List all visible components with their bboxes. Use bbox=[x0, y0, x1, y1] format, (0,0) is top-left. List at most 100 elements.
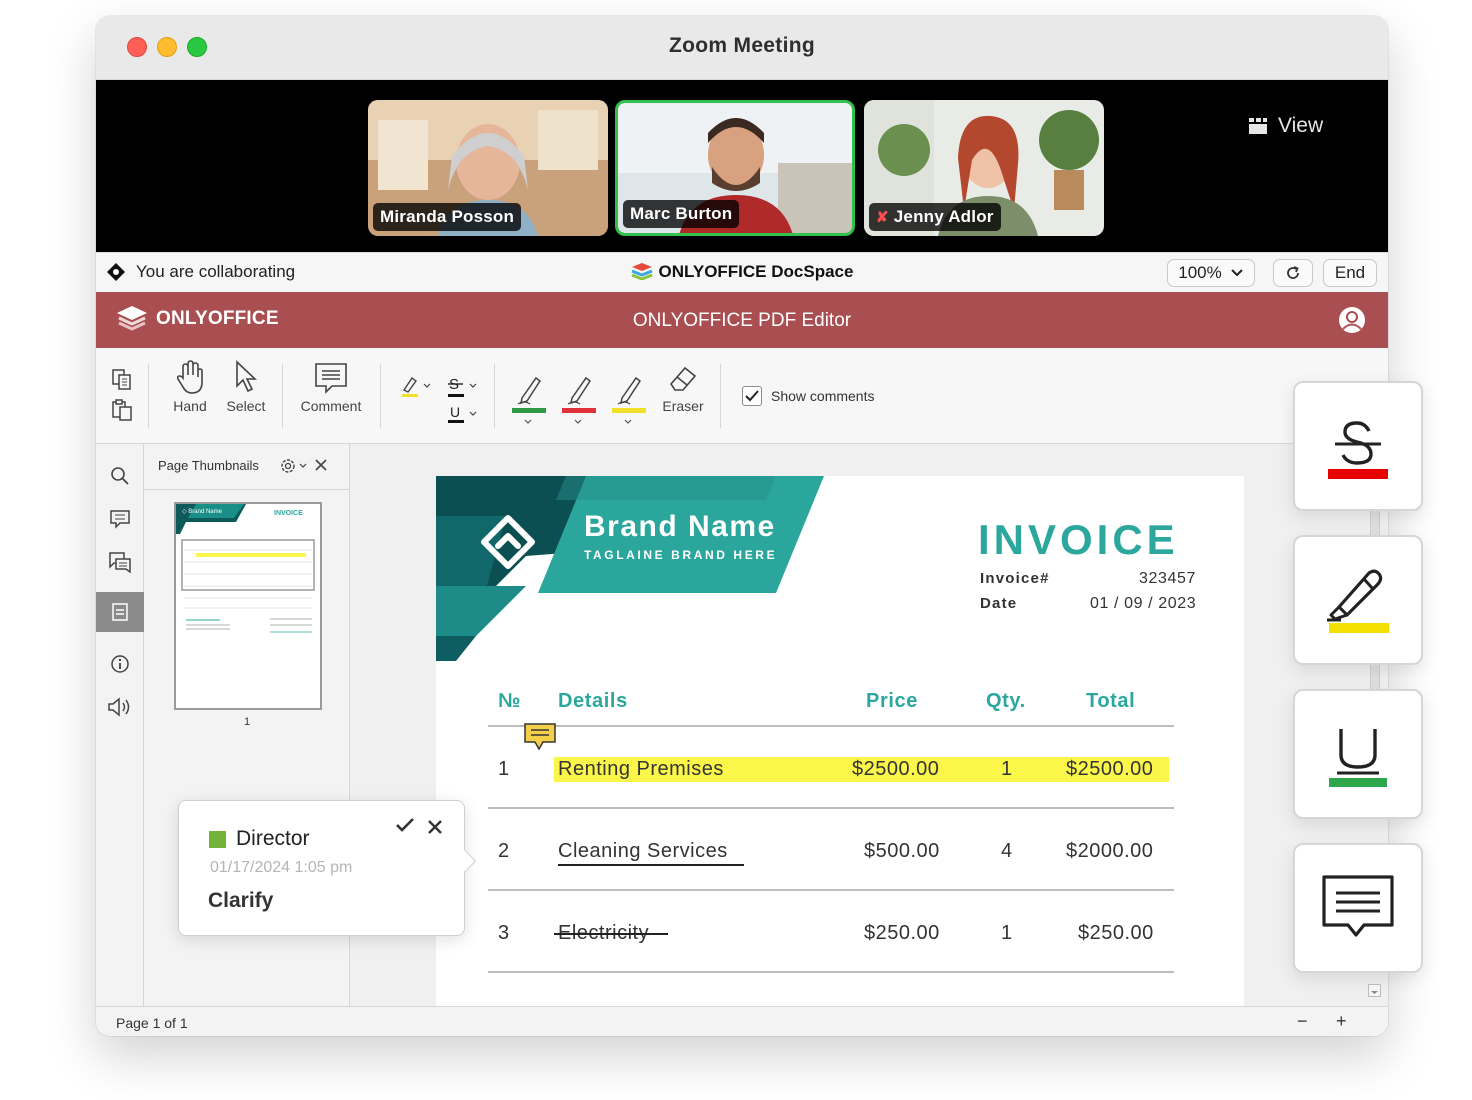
invoice-number: 323457 bbox=[1139, 570, 1196, 587]
view-label: View bbox=[1278, 114, 1324, 137]
comment-tool-button[interactable]: Comment bbox=[296, 348, 366, 444]
left-sidebar bbox=[96, 444, 144, 1006]
document-area: Brand Name TAGLAINE BRAND HERE INVOICE I… bbox=[350, 444, 1388, 1016]
comment-icon bbox=[1322, 875, 1394, 937]
comment-text: Clarify bbox=[208, 889, 274, 912]
row-2-details: Cleaning Services bbox=[558, 840, 728, 862]
editor-toolbar: Hand Select Comment S U Eraser Show comm… bbox=[96, 348, 1388, 444]
underline-card[interactable] bbox=[1293, 689, 1423, 819]
table-divider bbox=[488, 971, 1174, 973]
speaker-icon bbox=[108, 697, 130, 717]
paste-icon bbox=[112, 399, 132, 421]
close-icon bbox=[315, 459, 327, 471]
comments-panel-button[interactable] bbox=[96, 499, 144, 539]
invoice-date-label: Date bbox=[980, 595, 1018, 612]
eraser-label: Eraser bbox=[662, 398, 704, 414]
row-2-price: $500.00 bbox=[864, 840, 940, 862]
end-button[interactable]: End bbox=[1323, 259, 1377, 287]
table-divider bbox=[488, 725, 1174, 727]
comment-card[interactable] bbox=[1293, 843, 1423, 973]
participant-tile-jenny[interactable]: ✘ Jenny Adlor bbox=[864, 100, 1104, 236]
comment-marker[interactable] bbox=[523, 722, 557, 757]
resolve-comment-button[interactable] bbox=[395, 817, 415, 838]
thumbnails-button[interactable] bbox=[96, 592, 144, 632]
close-comment-button[interactable] bbox=[427, 819, 443, 840]
page-info: Page 1 of 1 bbox=[116, 1015, 188, 1031]
highlight-button[interactable] bbox=[400, 374, 434, 403]
info-button[interactable] bbox=[96, 644, 144, 684]
select-tool-button[interactable]: Select bbox=[222, 348, 270, 444]
comment-date: 01/17/2024 1:05 pm bbox=[210, 859, 353, 876]
close-thumbnails-button[interactable] bbox=[314, 458, 328, 477]
hand-icon bbox=[176, 360, 203, 394]
pen-icon bbox=[612, 376, 646, 424]
check-icon bbox=[745, 390, 759, 402]
eraser-button[interactable]: Eraser bbox=[656, 348, 710, 444]
paste-button[interactable] bbox=[110, 398, 134, 427]
title-bar: Zoom Meeting bbox=[96, 16, 1388, 80]
chevron-down-icon bbox=[1231, 269, 1243, 277]
pen-icon bbox=[562, 376, 596, 424]
highlight-pen-icon bbox=[1327, 569, 1389, 633]
page-thumbnail[interactable]: ◇ Brand Name INVOICE bbox=[174, 502, 322, 710]
thumbnail-settings-button[interactable] bbox=[280, 457, 310, 480]
toolbar-separator bbox=[282, 364, 283, 428]
row-1-qty: 1 bbox=[1001, 758, 1013, 780]
author-color-square bbox=[209, 830, 226, 848]
view-button[interactable]: View bbox=[1248, 114, 1323, 138]
window-title: Zoom Meeting bbox=[669, 34, 815, 57]
scroll-down-button[interactable] bbox=[1368, 984, 1381, 997]
copy-button[interactable] bbox=[110, 368, 134, 397]
participant-tile-miranda[interactable]: Miranda Posson bbox=[368, 100, 608, 236]
column-header-total: Total bbox=[1086, 690, 1136, 712]
zoom-out-button[interactable]: − bbox=[1297, 1011, 1308, 1032]
chat-button[interactable] bbox=[96, 542, 144, 582]
zoom-select[interactable]: 100% bbox=[1167, 259, 1255, 287]
search-icon bbox=[111, 467, 129, 485]
toolbar-separator bbox=[720, 364, 721, 428]
thumbnail-page-number: 1 bbox=[243, 716, 251, 728]
pen-yellow-button[interactable] bbox=[610, 370, 650, 435]
comment-label: Comment bbox=[300, 398, 362, 414]
strikeout-button[interactable]: S bbox=[446, 374, 480, 403]
underline-annotation[interactable] bbox=[558, 864, 744, 866]
svg-text:◇ Brand Name: ◇ Brand Name bbox=[182, 509, 223, 515]
cursor-icon bbox=[236, 360, 258, 393]
copy-icon bbox=[112, 369, 131, 390]
editor-header: ONLYOFFICE ONLYOFFICE PDF Editor bbox=[96, 292, 1388, 348]
participant-tile-marc[interactable]: Marc Burton bbox=[615, 100, 855, 236]
row-3-qty: 1 bbox=[1001, 922, 1013, 944]
highlighter-icon bbox=[402, 376, 431, 397]
select-label: Select bbox=[226, 398, 266, 414]
video-strip: Miranda Posson Marc Burton ✘ Jenny Adlor… bbox=[96, 80, 1388, 252]
read-aloud-button[interactable] bbox=[96, 687, 144, 727]
check-icon bbox=[396, 818, 414, 832]
table-divider bbox=[488, 807, 1174, 809]
strikeout-card[interactable] bbox=[1293, 381, 1423, 511]
search-button[interactable] bbox=[96, 456, 144, 496]
brand-name: Brand Name bbox=[584, 510, 776, 543]
strikeout-annotation[interactable] bbox=[554, 933, 668, 935]
refresh-button[interactable] bbox=[1273, 259, 1313, 287]
show-comments-label: Show comments bbox=[771, 388, 875, 404]
pen-red-button[interactable] bbox=[560, 370, 600, 435]
row-1-no: 1 bbox=[498, 758, 510, 780]
docspace-logo bbox=[630, 263, 653, 281]
underline-icon bbox=[1329, 729, 1387, 787]
eraser-icon bbox=[669, 366, 697, 391]
underline-button[interactable]: U bbox=[446, 402, 480, 431]
chevron-down-icon bbox=[1371, 991, 1378, 994]
show-comments-checkbox[interactable] bbox=[742, 386, 762, 406]
zoom-in-button[interactable]: + bbox=[1336, 1011, 1347, 1032]
thumbnails-title: Page Thumbnails bbox=[158, 458, 259, 473]
highlight-card[interactable] bbox=[1293, 535, 1423, 665]
chat-icon bbox=[109, 552, 131, 573]
hand-tool-button[interactable]: Hand bbox=[166, 348, 214, 444]
row-3-total: $250.00 bbox=[1078, 922, 1154, 944]
pen-green-button[interactable] bbox=[510, 370, 550, 435]
user-button[interactable] bbox=[1337, 305, 1367, 340]
show-comments-toggle[interactable]: Show comments bbox=[742, 386, 874, 406]
column-header-price: Price bbox=[866, 690, 918, 712]
comments-panel-icon bbox=[110, 510, 130, 529]
strikeout-icon bbox=[1328, 421, 1388, 479]
